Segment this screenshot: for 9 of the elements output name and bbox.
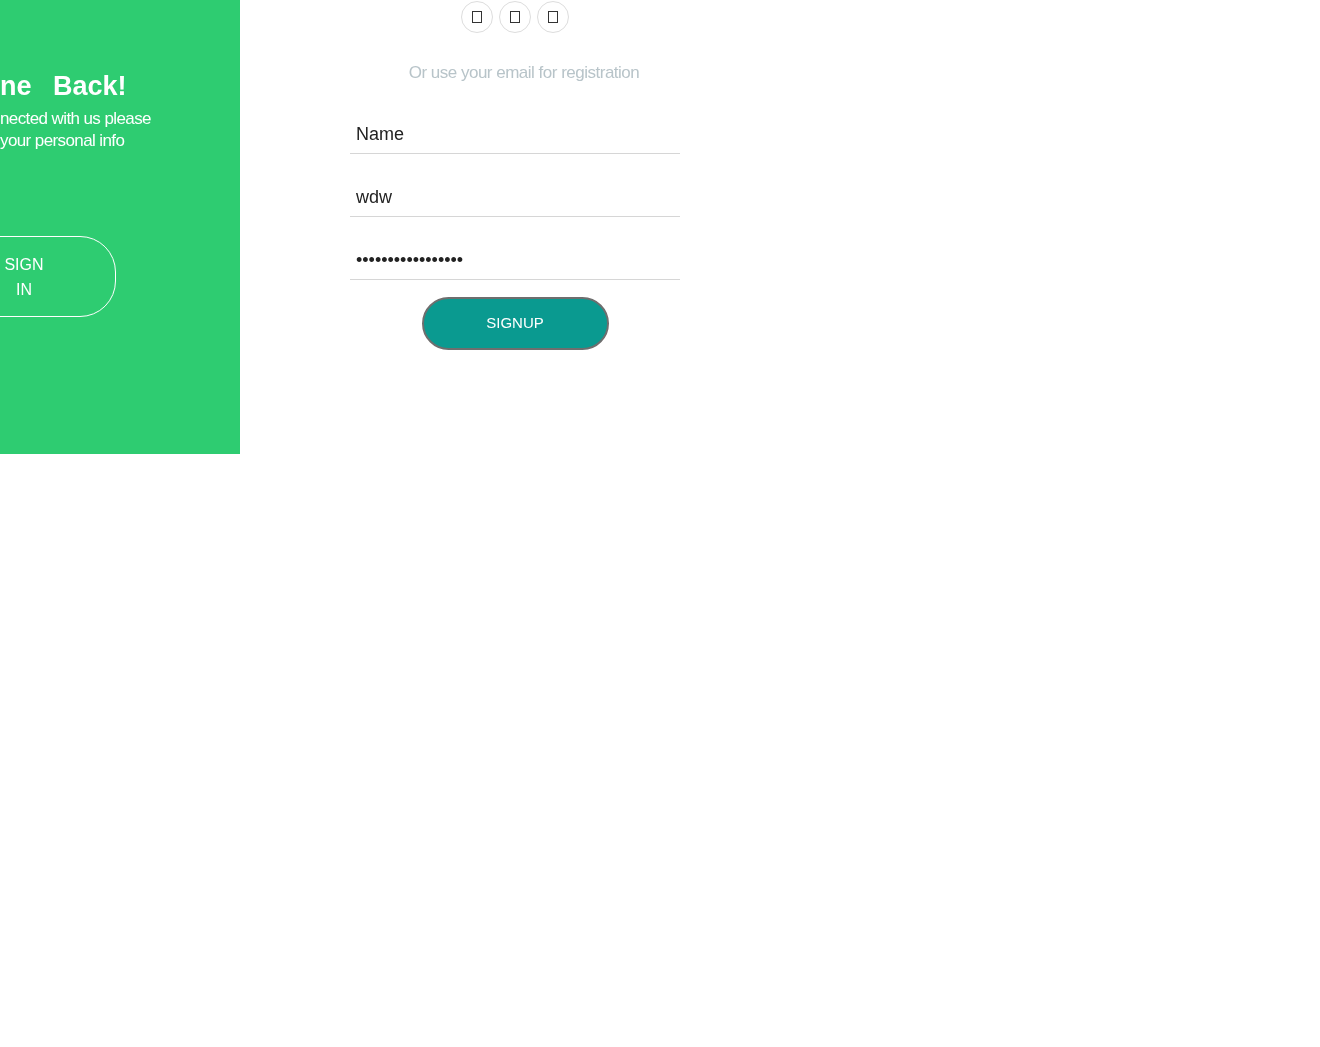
input-field[interactable]: ••••••••••••••••• xyxy=(350,231,680,280)
square-icon xyxy=(510,11,520,23)
square-icon xyxy=(472,11,482,23)
panel-heading: ne Back! xyxy=(0,70,127,102)
panel-text: nected with us please your personal info xyxy=(0,108,152,152)
input-field[interactable]: Name xyxy=(350,105,680,154)
square-icon xyxy=(548,11,558,23)
registration-hint: Or use your email for registration xyxy=(408,62,640,84)
input-field[interactable]: wdw xyxy=(350,168,680,217)
